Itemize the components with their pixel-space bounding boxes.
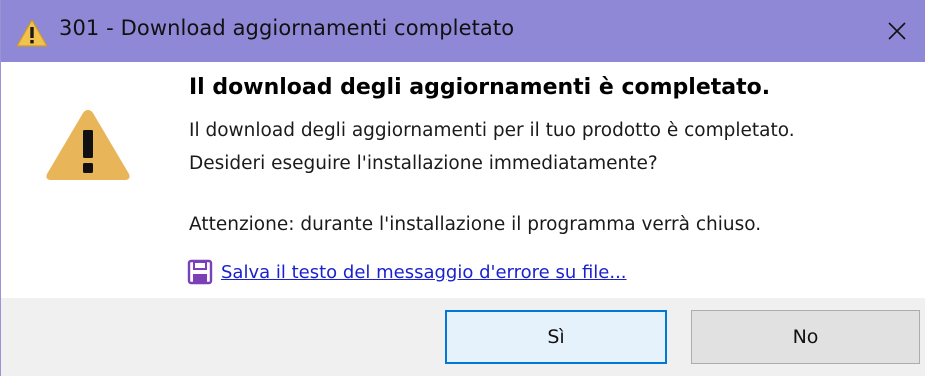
save-message-link-row[interactable]: Salva il testo del messaggio d'errore su…	[187, 257, 627, 287]
close-button[interactable]	[868, 0, 925, 62]
message-line-2: Desideri eseguire l'installazione immedi…	[189, 153, 658, 174]
save-message-link[interactable]: Salva il testo del messaggio d'errore su…	[221, 262, 627, 283]
message-line-1: Il download degli aggiornamenti per il t…	[189, 120, 795, 141]
warning-icon	[43, 104, 133, 184]
no-button[interactable]: No	[691, 310, 920, 364]
warning-icon	[15, 18, 49, 48]
window-title: 301 - Download aggiornamenti completato	[59, 16, 515, 40]
dialog-window: 301 - Download aggiornamenti completato …	[0, 0, 925, 376]
message-heading: Il download degli aggiornamenti è comple…	[189, 75, 771, 100]
yes-button[interactable]: Sì	[445, 310, 667, 364]
title-bar[interactable]: 301 - Download aggiornamenti completato	[1, 0, 925, 62]
message-warning-line: Attenzione: durante l'installazione il p…	[189, 214, 762, 235]
close-icon	[887, 21, 907, 41]
save-floppy-icon[interactable]	[187, 259, 213, 285]
